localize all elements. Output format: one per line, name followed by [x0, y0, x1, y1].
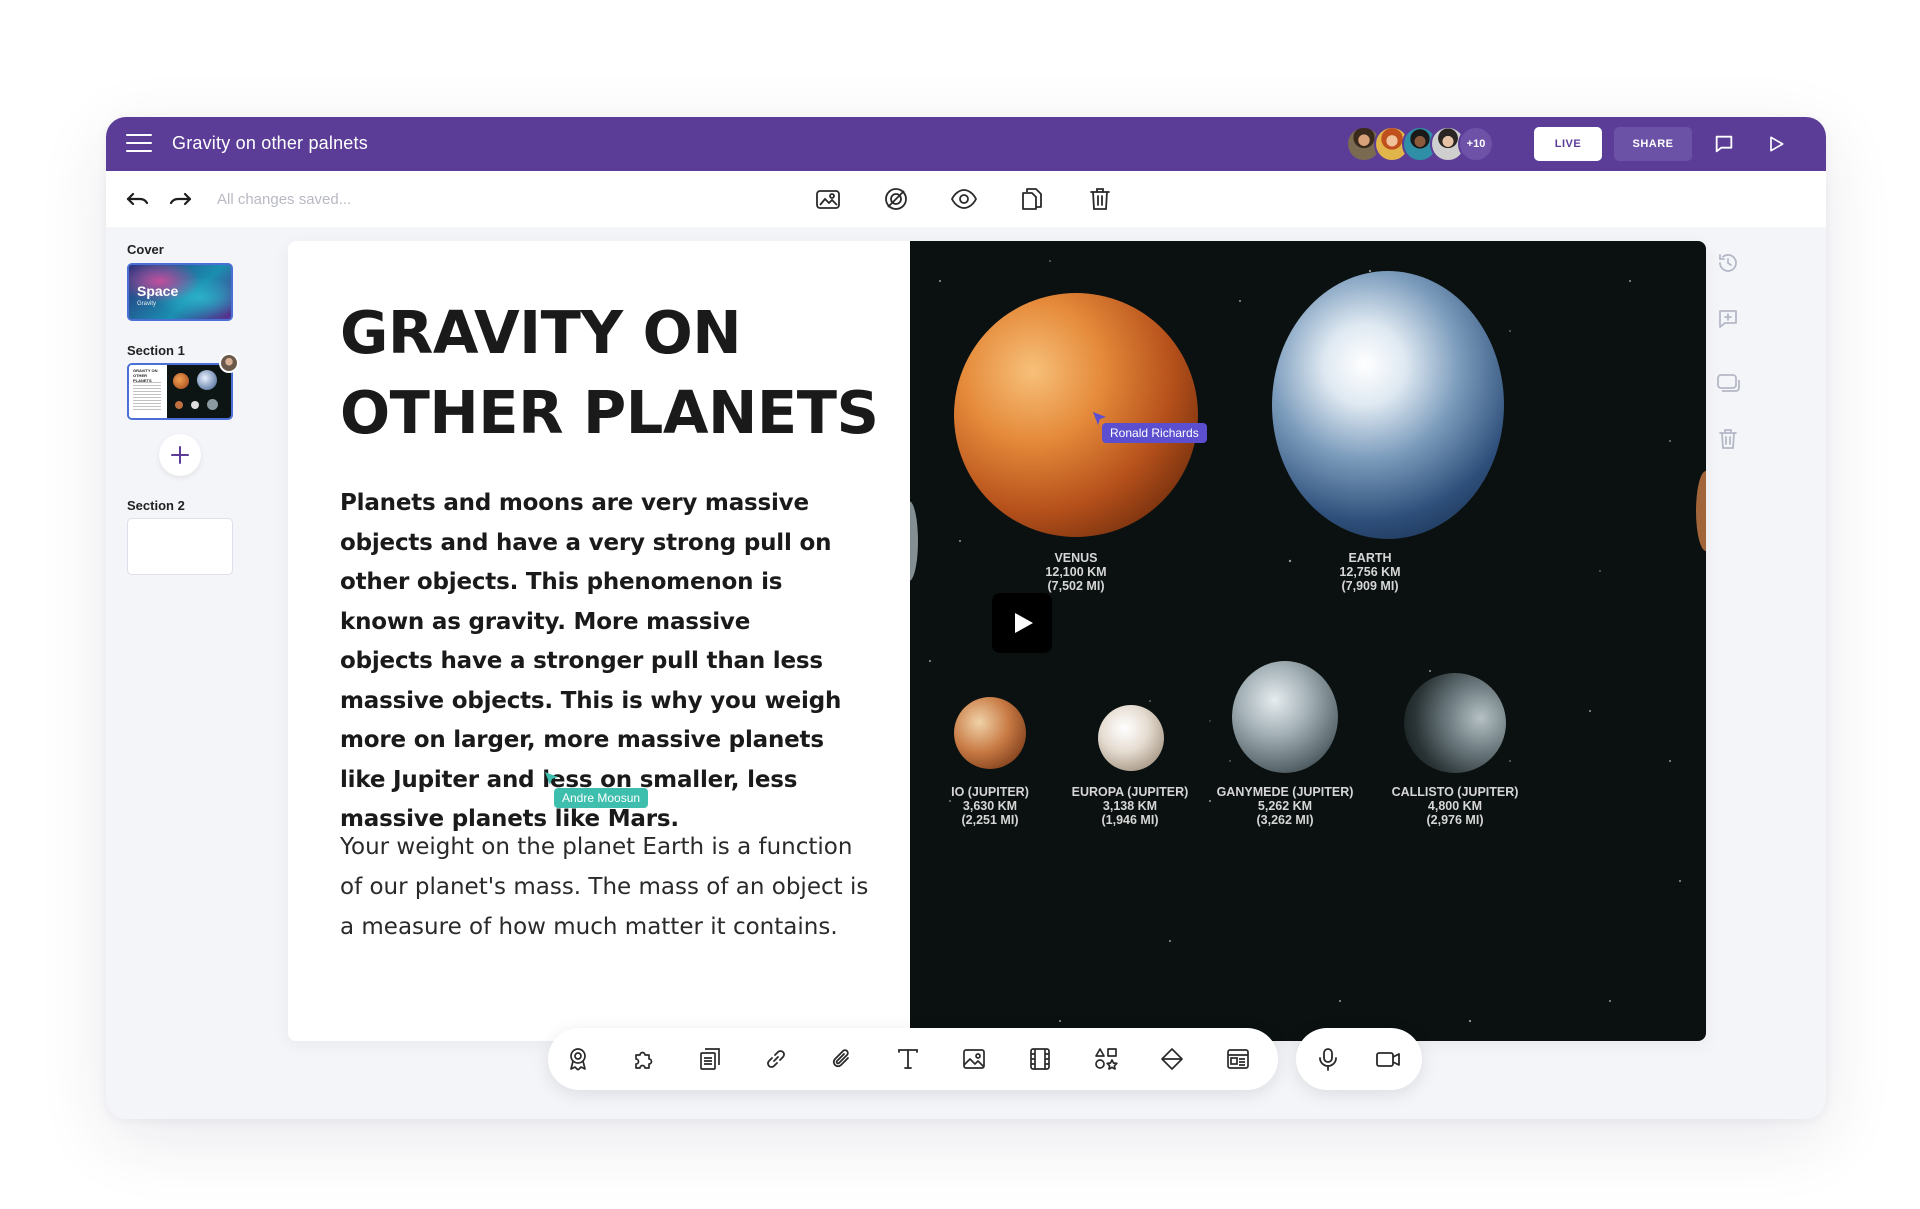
- cursor-pointer-icon: [544, 771, 560, 787]
- layout-icon[interactable]: [1222, 1043, 1254, 1075]
- top-bar: Gravity on other palnets +10 LIVE SHARE: [106, 117, 1826, 171]
- live-button[interactable]: LIVE: [1534, 127, 1602, 161]
- video-icon[interactable]: [1372, 1043, 1404, 1075]
- slide-title[interactable]: GRAVITY ON OTHER PLANETS: [340, 293, 879, 453]
- planet-label-venus: VENUS 12,100 KM (7,502 MI): [1045, 551, 1107, 593]
- plus-icon: [171, 446, 189, 464]
- section-label-1: Section 1: [127, 343, 185, 358]
- film-icon[interactable]: [1024, 1043, 1056, 1075]
- europa-moon: [1098, 705, 1164, 771]
- slide-canvas[interactable]: GRAVITY ON OTHER PLANETS Planets and moo…: [288, 241, 1706, 1041]
- thumb-planet: [173, 373, 189, 389]
- thumb-title: Space: [137, 283, 179, 299]
- body-paragraph[interactable]: Your weight on the planet Earth is a fun…: [340, 827, 870, 947]
- planets-image[interactable]: VENUS 12,100 KM (7,502 MI) EARTH 12,756 KM(…: [910, 241, 1706, 1041]
- planet-label-ganymede: GANYMEDE (JUPITER) 5,262 KM (3,262 MI): [1216, 785, 1354, 827]
- add-comment-icon[interactable]: [1714, 305, 1742, 333]
- callisto-moon: [1404, 673, 1506, 773]
- io-moon: [954, 697, 1026, 769]
- history-icon[interactable]: [1714, 249, 1742, 277]
- venus-planet: [954, 293, 1198, 537]
- collaborator-cursor-label: Andre Moosun: [554, 788, 649, 808]
- slide-thumbnail-section-1[interactable]: GRAVITY ON OTHER PLANETS: [127, 363, 233, 420]
- puzzle-icon[interactable]: [628, 1043, 660, 1075]
- video-play-button[interactable]: [992, 593, 1052, 653]
- save-status: All changes saved...: [217, 191, 352, 208]
- image-icon[interactable]: [812, 183, 844, 215]
- pages-icon[interactable]: [694, 1043, 726, 1075]
- planet-label-callisto: CALLISTO (JUPITER) 4,800 KM (2,976 MI): [1391, 785, 1519, 827]
- undo-icon[interactable]: [124, 185, 154, 213]
- thumb-image-side: [167, 365, 231, 418]
- play-icon[interactable]: [1762, 130, 1790, 158]
- slide-thumbnail-cover[interactable]: Space Gravity: [127, 263, 233, 321]
- delete-icon[interactable]: [1084, 183, 1116, 215]
- shapes-icon[interactable]: [1090, 1043, 1122, 1075]
- slide-actions: [812, 183, 1116, 215]
- media-toolbar: [1296, 1028, 1422, 1090]
- text-icon[interactable]: [892, 1043, 924, 1075]
- title-line-1[interactable]: GRAVITY ON: [340, 293, 878, 373]
- earth-planet: [1272, 271, 1504, 539]
- planet-label-io: IO (JUPITER) 3,630 KM (2,251 MI): [951, 785, 1029, 827]
- thumb-title: GRAVITY ON OTHER PLANETS: [133, 368, 158, 383]
- play-icon: [1015, 613, 1033, 633]
- ganymede-moon: [1232, 661, 1338, 773]
- image-icon[interactable]: [958, 1043, 990, 1075]
- link-icon[interactable]: [760, 1043, 792, 1075]
- edit-toolbar: All changes saved...: [106, 171, 1826, 227]
- slide-thumbnail-section-2[interactable]: [127, 518, 233, 575]
- thumb-planet: [175, 401, 183, 409]
- more-collaborators-badge[interactable]: +10: [1458, 126, 1494, 162]
- avatar: [219, 353, 239, 373]
- thumb-text-lines: [133, 382, 161, 412]
- thumb-planet: [191, 401, 199, 409]
- redo-icon[interactable]: [166, 185, 196, 213]
- award-icon[interactable]: [562, 1043, 594, 1075]
- collaborator-cursor-label: Ronald Richards: [1102, 423, 1207, 443]
- menu-icon[interactable]: [126, 134, 152, 154]
- thumb-subtitle: Gravity: [137, 301, 157, 307]
- thumb-planet: [197, 370, 217, 390]
- section-label-2: Section 2: [127, 498, 185, 513]
- thumb-text-side: GRAVITY ON OTHER PLANETS: [129, 365, 167, 418]
- section-label-cover: Cover: [127, 242, 164, 257]
- title-line-2[interactable]: OTHER PLANETS: [340, 373, 879, 453]
- mic-icon[interactable]: [1312, 1043, 1344, 1075]
- planet-label-earth: EARTH 12,756 KM (7,909 MI): [1339, 551, 1401, 593]
- insert-toolbar: [548, 1028, 1278, 1090]
- bold-paragraph[interactable]: Planets and moons are very massive objec…: [340, 484, 850, 840]
- trash-icon[interactable]: [1714, 425, 1742, 453]
- hide-icon[interactable]: [880, 183, 912, 215]
- thumb-planet: [207, 399, 218, 410]
- share-button[interactable]: SHARE: [1614, 127, 1692, 161]
- slides-icon[interactable]: [1714, 369, 1742, 397]
- comment-icon[interactable]: [1710, 130, 1738, 158]
- document-title[interactable]: Gravity on other palnets: [172, 133, 368, 154]
- duplicate-icon[interactable]: [1016, 183, 1048, 215]
- planet-label-europa: EUROPA (JUPITER) 3,138 KM (1,946 MI): [1071, 785, 1189, 827]
- attach-icon[interactable]: [826, 1043, 858, 1075]
- add-slide-button[interactable]: [159, 434, 201, 476]
- app-window: Gravity on other palnets +10 LIVE SHARE …: [106, 117, 1826, 1119]
- fill-icon[interactable]: [1156, 1043, 1188, 1075]
- preview-icon[interactable]: [948, 183, 980, 215]
- collaborator-avatars[interactable]: +10: [1346, 126, 1494, 162]
